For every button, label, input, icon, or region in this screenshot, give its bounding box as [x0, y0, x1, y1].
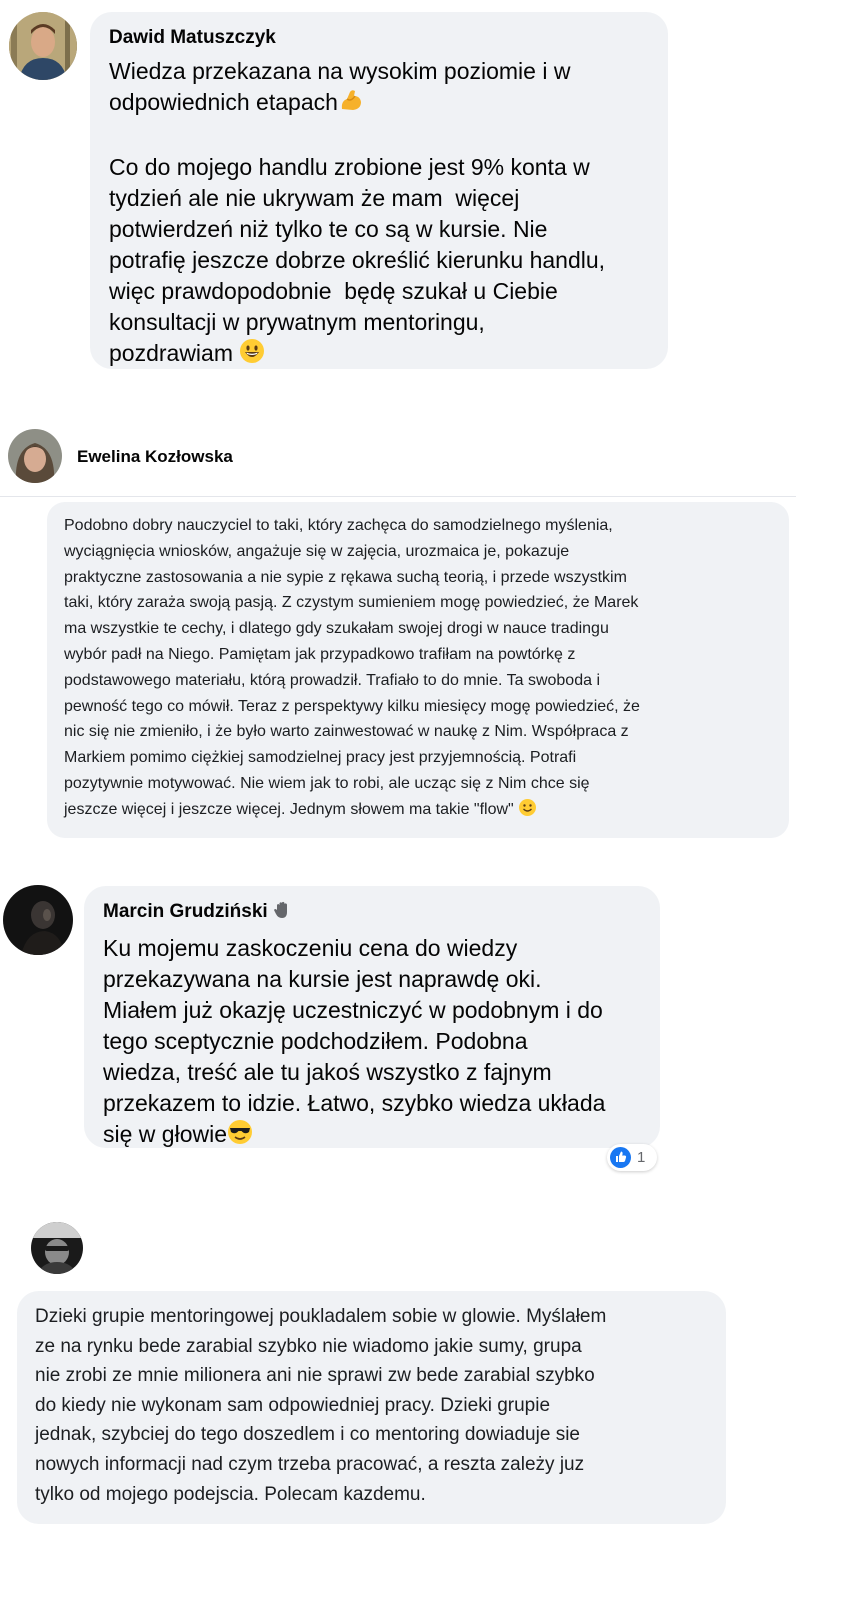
- comment-bubble: Dzieki grupie mentoringowej poukladalem …: [17, 1291, 726, 1524]
- comment-text: Co do mojego handlu zrobione jest 9% kon…: [109, 152, 650, 372]
- reaction-summary[interactable]: 1: [607, 1144, 657, 1171]
- smiling-face-with-sunglasses-icon: [227, 1119, 253, 1153]
- flexed-biceps-icon: [338, 87, 364, 121]
- comment-text: Dzieki grupie mentoringowej poukladalem …: [35, 1306, 607, 1505]
- waving-hand-icon: [273, 900, 293, 927]
- comment-text: Podobno dobry nauczyciel to taki, który …: [64, 513, 779, 826]
- slightly-smiling-face-icon: [518, 798, 537, 826]
- grinning-face-icon: [239, 338, 265, 372]
- reaction-count: 1: [637, 1149, 646, 1166]
- comment-author[interactable]: Marcin Grudziński: [103, 900, 642, 927]
- divider: [0, 496, 796, 497]
- comment-bubble: Marcin Grudziński Ku mojemu zaskoczeniu …: [84, 886, 660, 1148]
- comment-author[interactable]: Ewelina Kozłowska: [77, 446, 233, 468]
- comment-text: Ku mojemu zaskoczeniu cena do wiedzy prz…: [103, 933, 642, 1153]
- comment-author[interactable]: Dawid Matuszczyk: [109, 26, 650, 50]
- like-icon: [610, 1147, 631, 1168]
- comment-bubble: Dawid Matuszczyk Wiedza przekazana na wy…: [90, 12, 668, 369]
- avatar[interactable]: [8, 429, 62, 483]
- avatar[interactable]: [31, 1222, 83, 1274]
- comment-bubble: Podobno dobry nauczyciel to taki, który …: [47, 502, 789, 838]
- comment-text: Wiedza przekazana na wysokim poziomie i …: [109, 56, 650, 121]
- avatar[interactable]: [9, 12, 77, 80]
- avatar[interactable]: [3, 885, 73, 955]
